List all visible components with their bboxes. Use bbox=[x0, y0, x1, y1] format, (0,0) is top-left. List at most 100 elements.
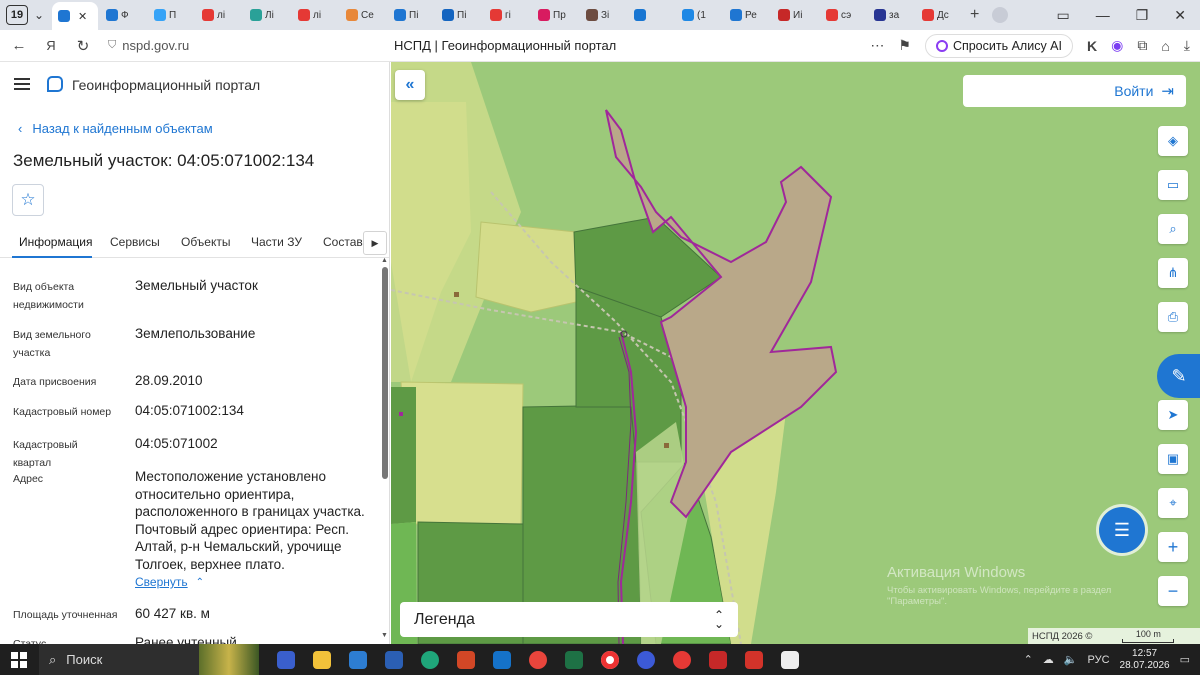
chevron-up-icon[interactable]: ⌃ bbox=[196, 574, 204, 592]
browser-tab[interactable]: Ф bbox=[100, 3, 146, 27]
tab-composition[interactable]: Состав bbox=[323, 235, 363, 249]
store-icon[interactable] bbox=[343, 644, 373, 675]
geolocation-button[interactable]: ➤ bbox=[1158, 400, 1188, 430]
close-window-button[interactable]: ✕ bbox=[1174, 7, 1186, 24]
share-button[interactable]: ⋔ bbox=[1158, 258, 1188, 288]
locate-button[interactable]: ⌖ bbox=[1158, 488, 1188, 518]
login-button[interactable]: Войти ⇥ bbox=[963, 75, 1186, 107]
new-tab-button[interactable]: + bbox=[970, 6, 979, 24]
downloads-icon[interactable]: ⤓ bbox=[1184, 37, 1190, 54]
bookmark-icon[interactable]: ⚑ bbox=[898, 37, 911, 54]
chrome-icon[interactable] bbox=[523, 644, 553, 675]
map-point-marker[interactable] bbox=[454, 292, 459, 297]
edge-icon[interactable] bbox=[415, 644, 445, 675]
extension-record-icon[interactable]: ◉ bbox=[1111, 37, 1123, 54]
browser-tab[interactable]: сэ bbox=[820, 3, 866, 27]
area-search-button[interactable]: ⌕ bbox=[1158, 214, 1188, 244]
powerpoint-icon[interactable] bbox=[451, 644, 481, 675]
map-point-marker[interactable] bbox=[664, 443, 669, 448]
collapse-panel-button[interactable]: « bbox=[395, 70, 425, 100]
browser-tab[interactable]: Зі bbox=[580, 3, 626, 27]
browser-tab[interactable]: Пр bbox=[532, 3, 578, 27]
map-view[interactable]: « Войти ⇥ ◈ ▭ ⌕ ⋔ ⎙ ➤ ▣ ⌖ + − ✎ ☰ Актива… bbox=[391, 62, 1200, 644]
browser-tab[interactable]: гі bbox=[484, 3, 530, 27]
browser-tab[interactable]: лі bbox=[196, 3, 242, 27]
browser-tab[interactable]: Пі bbox=[388, 3, 434, 27]
legend-selector[interactable]: Легенда ⌃ ⌄ bbox=[400, 602, 738, 637]
browser-tab[interactable] bbox=[628, 3, 674, 27]
map-parcel[interactable] bbox=[391, 387, 416, 524]
profile-avatar[interactable] bbox=[992, 6, 1009, 23]
language-indicator[interactable]: РУС bbox=[1088, 654, 1110, 666]
more-icon[interactable]: ⋯ bbox=[870, 37, 884, 54]
print-button[interactable]: ⎙ bbox=[1158, 302, 1188, 332]
outlook-icon[interactable] bbox=[487, 644, 517, 675]
taskbar-widget-image[interactable] bbox=[199, 644, 259, 675]
tab-close-icon[interactable]: ✕ bbox=[78, 10, 87, 23]
url-field[interactable]: ⛉ nspd.gov.ru bbox=[108, 38, 189, 53]
browser-tab[interactable]: Ре bbox=[724, 3, 770, 27]
browser-tab[interactable]: Иі bbox=[772, 3, 818, 27]
save-app-icon[interactable] bbox=[271, 644, 301, 675]
explorer-icon[interactable] bbox=[307, 644, 337, 675]
extensions-icon[interactable]: ⧉ bbox=[1137, 37, 1147, 54]
windows-start-icon[interactable] bbox=[11, 651, 27, 668]
collections-icon[interactable]: ⌂ bbox=[1161, 38, 1169, 54]
tabs-icon[interactable]: ▭ bbox=[1056, 7, 1069, 24]
tab-objects[interactable]: Объекты bbox=[181, 235, 231, 249]
tab-information[interactable]: Информация bbox=[19, 235, 92, 249]
yandex-red-icon[interactable] bbox=[667, 644, 697, 675]
yandex-home-icon[interactable]: Я bbox=[38, 38, 64, 53]
tab-count-button[interactable]: 19 bbox=[6, 5, 28, 25]
excel-icon[interactable] bbox=[559, 644, 589, 675]
word-icon[interactable] bbox=[379, 644, 409, 675]
scrollbar-thumb[interactable] bbox=[382, 267, 388, 479]
back-arrow-icon[interactable]: ← bbox=[6, 37, 32, 54]
zoom-in-button[interactable]: + bbox=[1158, 532, 1188, 562]
measure-button[interactable]: ▭ bbox=[1158, 170, 1188, 200]
restore-button[interactable]: ❐ bbox=[1136, 7, 1149, 24]
browser-tab[interactable]: П bbox=[148, 3, 194, 27]
minimap-button[interactable]: ▣ bbox=[1158, 444, 1188, 474]
tab-list-chevron-icon[interactable]: ⌄ bbox=[28, 8, 50, 22]
browser-tab[interactable]: лі bbox=[292, 3, 338, 27]
minimize-button[interactable]: — bbox=[1096, 7, 1110, 24]
browser-tab[interactable]: Лі bbox=[244, 3, 290, 27]
tray-chevron-up-icon[interactable]: ⌃ bbox=[1024, 653, 1033, 666]
clock[interactable]: 12:57 28.07.2026 bbox=[1120, 648, 1170, 672]
image-viewer-icon[interactable] bbox=[775, 644, 805, 675]
draw-tool-button[interactable]: ✎ bbox=[1157, 354, 1200, 398]
ask-alice-button[interactable]: Спросить Алису AI bbox=[924, 33, 1073, 58]
browser-tab[interactable]: Се bbox=[340, 3, 386, 27]
map-parcel[interactable] bbox=[475, 221, 577, 313]
map-point-marker[interactable] bbox=[399, 412, 403, 416]
browser-tab[interactable]: (1 bbox=[676, 3, 722, 27]
tab-parts[interactable]: Части ЗУ bbox=[251, 235, 302, 249]
reload-icon[interactable]: ↻ bbox=[70, 37, 96, 55]
map-canvas[interactable] bbox=[391, 62, 1200, 644]
site-info-icon[interactable]: ⛉ bbox=[108, 39, 116, 52]
collapse-link[interactable]: Свернуть bbox=[135, 574, 188, 592]
yandex-icon[interactable] bbox=[631, 644, 661, 675]
yandex-browser-icon[interactable] bbox=[595, 644, 625, 675]
browser-tab[interactable]: ✕ bbox=[52, 2, 98, 30]
chat-button[interactable]: ☰ bbox=[1099, 507, 1145, 553]
taskbar-search[interactable]: ⌕ Поиск bbox=[39, 644, 199, 675]
layers-button[interactable]: ◈ bbox=[1158, 126, 1188, 156]
favorite-star-button[interactable]: ☆ bbox=[12, 184, 44, 216]
tab-services[interactable]: Сервисы bbox=[110, 235, 160, 249]
tabs-next-button[interactable]: ▶ bbox=[363, 231, 387, 255]
menu-icon[interactable] bbox=[14, 78, 30, 90]
pdf-icon[interactable] bbox=[739, 644, 769, 675]
volume-icon[interactable]: 🔈 bbox=[1064, 653, 1078, 666]
scroll-down-arrow[interactable]: ▼ bbox=[381, 632, 388, 639]
map-parcel[interactable] bbox=[400, 381, 524, 525]
browser-tab[interactable]: Дс bbox=[916, 3, 962, 27]
extension-k-icon[interactable]: K bbox=[1087, 38, 1097, 54]
browser-tab[interactable]: Пі bbox=[436, 3, 482, 27]
notifications-icon[interactable]: ▭ bbox=[1180, 653, 1190, 666]
back-to-results-link[interactable]: ‹ Назад к найденным объектам bbox=[18, 121, 213, 136]
rzd-icon[interactable] bbox=[703, 644, 733, 675]
scroll-up-arrow[interactable]: ▲ bbox=[381, 257, 388, 264]
browser-tab[interactable]: за bbox=[868, 3, 914, 27]
